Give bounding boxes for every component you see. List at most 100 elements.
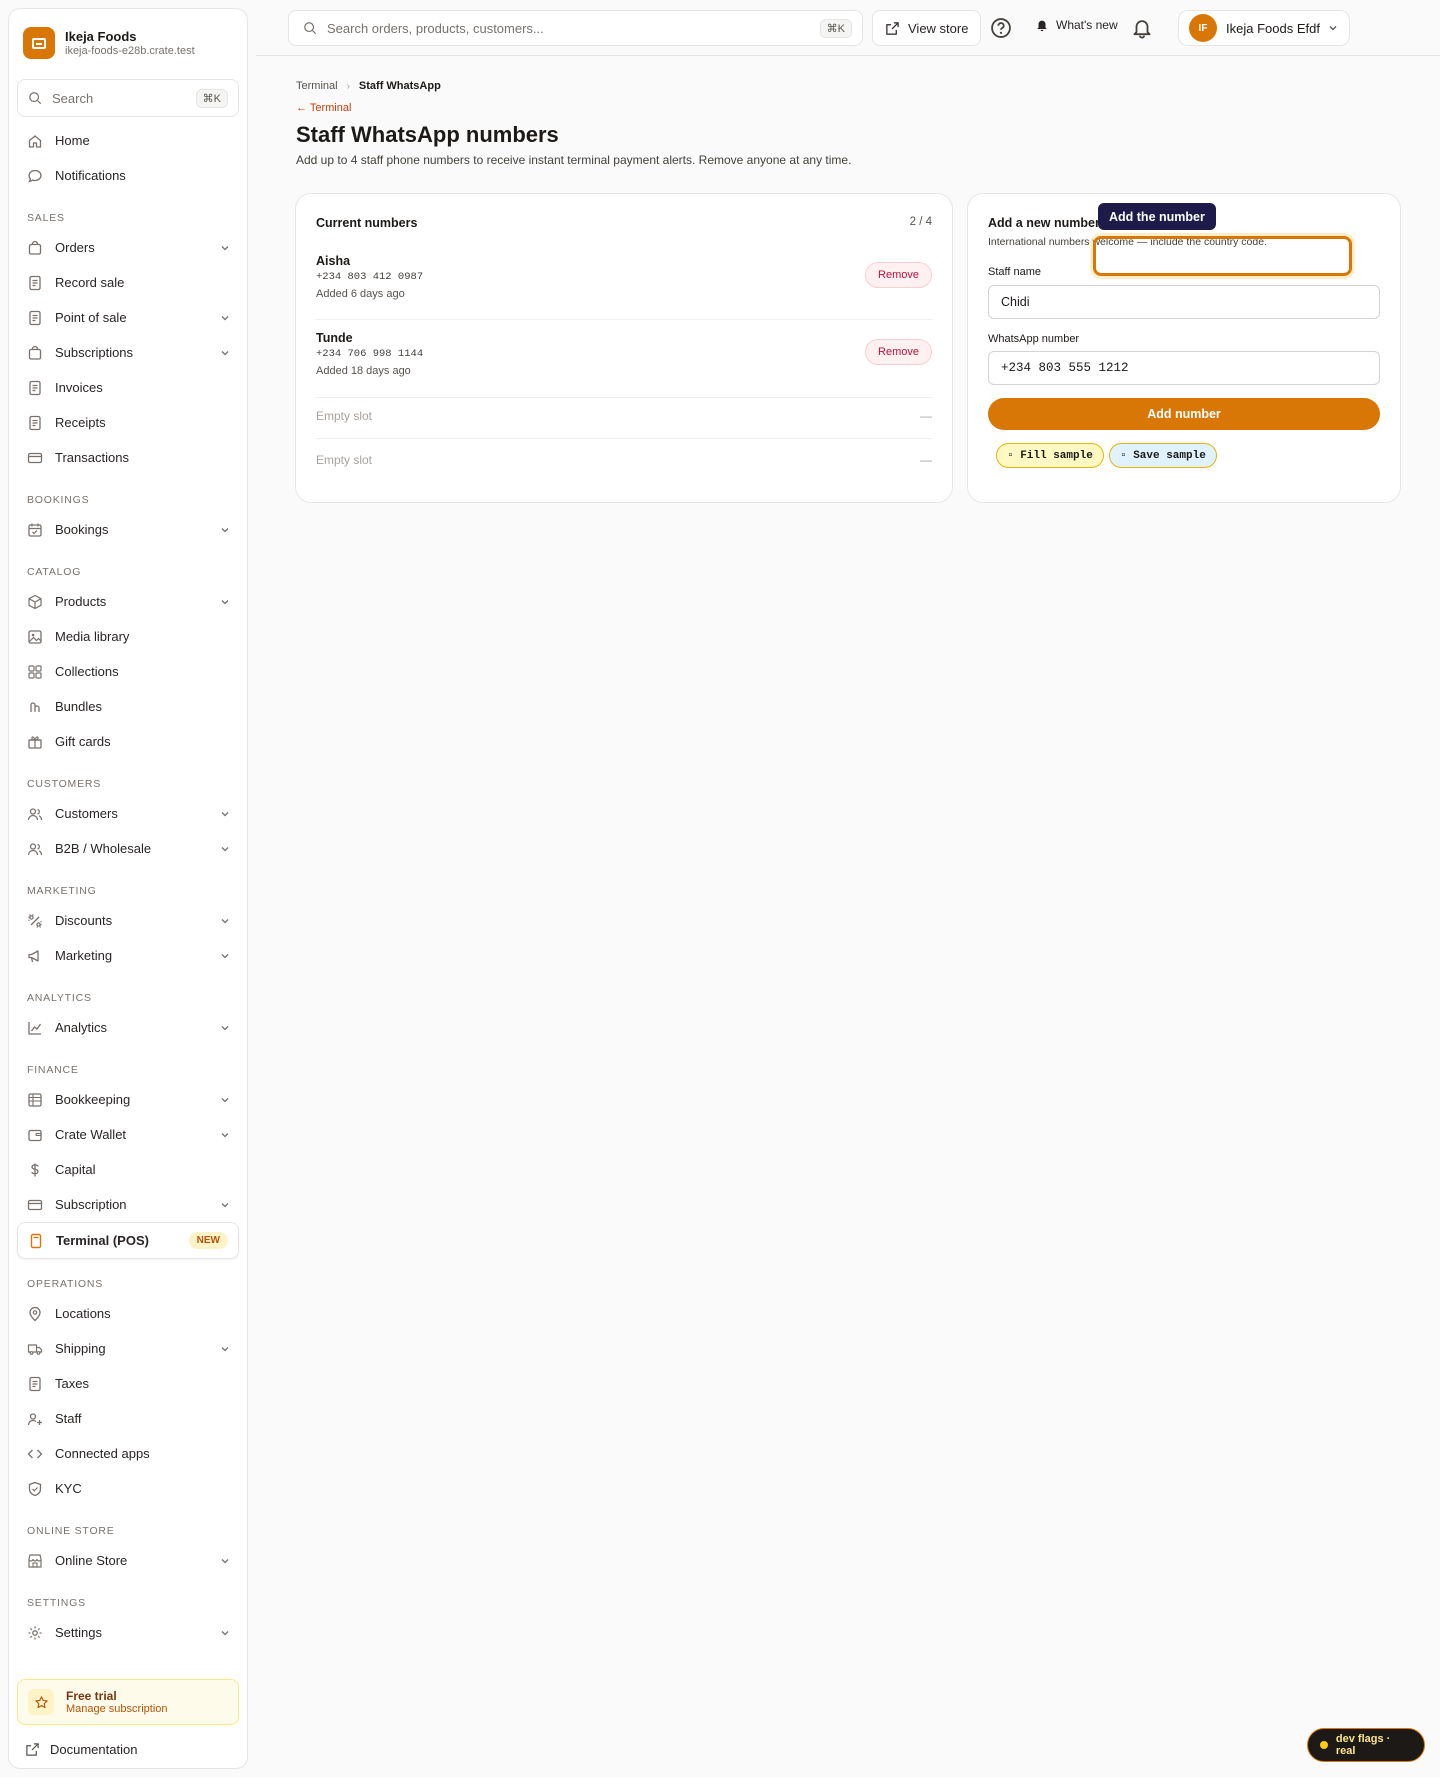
sidebar-item-terminal-pos[interactable]: Terminal (POS) NEW [17, 1222, 239, 1259]
sidebar-item-staff[interactable]: Staff [9, 1401, 247, 1436]
remove-button[interactable]: Remove [865, 339, 932, 365]
avatar: IF [1189, 14, 1217, 42]
brand[interactable]: Ikeja Foods ikeja-foods-e28b.crate.test [9, 9, 247, 63]
help-icon[interactable] [990, 17, 1012, 39]
sidebar-search[interactable]: Search ⌘K [17, 79, 239, 117]
sidebar-item-taxes[interactable]: Taxes [9, 1366, 247, 1401]
current-numbers-heading: Current numbers [316, 216, 418, 230]
user-add-icon [27, 1411, 43, 1427]
guidance-highlight-box [1093, 236, 1352, 276]
sidebar-item-customers[interactable]: Customers [9, 796, 247, 831]
sidebar-item-kyc[interactable]: KYC [9, 1471, 247, 1506]
sidebar-item-collections[interactable]: Collections [9, 654, 247, 689]
section-sales: SALES [27, 212, 65, 224]
view-store-button[interactable]: View store [872, 10, 982, 46]
back-link[interactable]: ← Terminal [296, 102, 351, 114]
global-search-input[interactable]: Search orders, products, customers... ⌘K [288, 10, 863, 46]
sidebar-item-home[interactable]: Home [9, 123, 247, 158]
sidebar-item-subscription[interactable]: Subscription [9, 1187, 247, 1222]
sidebar-item-products[interactable]: Products [9, 584, 247, 619]
whatsapp-number-input[interactable]: +234 803 555 1212 [988, 351, 1380, 385]
wallet-icon [27, 1127, 43, 1143]
chevron-down-icon [219, 808, 231, 820]
sidebar-item-connected-apps[interactable]: Connected apps [9, 1436, 247, 1471]
image-icon [27, 629, 43, 645]
list-item: Aisha +234 803 412 0987 Added 6 days ago… [316, 254, 932, 320]
sidebar-item-shipping[interactable]: Shipping [9, 1331, 247, 1366]
sidebar-item-transactions[interactable]: Transactions [9, 440, 247, 475]
document-icon [27, 275, 43, 291]
credit-card-icon [27, 450, 43, 466]
sidebar-item-bookings[interactable]: Bookings [9, 512, 247, 547]
sidebar-item-marketing[interactable]: Marketing [9, 938, 247, 973]
save-sample-button[interactable]: ▫ Save sample [1109, 443, 1217, 468]
sidebar-item-orders[interactable]: Orders [9, 230, 247, 265]
dev-flags-pill[interactable]: dev flags · real [1307, 1728, 1425, 1762]
notifications-bell-icon[interactable] [1131, 17, 1153, 39]
whats-new-button[interactable]: What's new [1035, 18, 1118, 32]
sidebar-item-online-store[interactable]: Online Store [9, 1543, 247, 1578]
shield-check-icon [27, 1481, 43, 1497]
chevron-down-icon [219, 1199, 231, 1211]
sidebar-item-discounts[interactable]: Discounts [9, 903, 247, 938]
sidebar-item-invoices[interactable]: Invoices [9, 370, 247, 405]
gear-icon [27, 1625, 43, 1641]
added-time: Added 6 days ago [316, 288, 405, 300]
trial-manage-link[interactable]: Manage subscription [66, 1703, 168, 1715]
sidebar-item-notifications[interactable]: Notifications [9, 158, 247, 193]
chevron-down-icon [219, 1094, 231, 1106]
sidebar-item-bundles[interactable]: Bundles [9, 689, 247, 724]
section-customers: CUSTOMERS [27, 778, 102, 790]
sidebar-item-b2b-wholesale[interactable]: B2B / Wholesale [9, 831, 247, 866]
documentation-link[interactable]: Documentation [25, 1742, 137, 1757]
staff-name: Tunde [316, 331, 353, 345]
breadcrumb-terminal[interactable]: Terminal [296, 80, 338, 92]
code-icon [27, 1446, 43, 1462]
bag-icon [27, 345, 43, 361]
free-trial-card[interactable]: Free trial Manage subscription [17, 1679, 239, 1725]
section-operations: OPERATIONS [27, 1278, 104, 1290]
page-title: Staff WhatsApp numbers [296, 122, 559, 147]
sidebar-item-settings[interactable]: Settings [9, 1615, 247, 1650]
whatsapp-number-label: WhatsApp number [988, 333, 1080, 345]
external-link-icon [885, 21, 900, 36]
list-item: Tunde +234 706 998 1144 Added 18 days ag… [316, 331, 932, 398]
staff-phone: +234 706 998 1144 [316, 348, 424, 360]
staff-phone: +234 803 412 0987 [316, 271, 424, 283]
megaphone-icon [27, 948, 43, 964]
sidebar-item-locations[interactable]: Locations [9, 1296, 247, 1331]
search-icon [28, 91, 42, 105]
section-analytics: ANALYTICS [27, 992, 92, 1004]
staff-name-input[interactable]: Chidi [988, 285, 1380, 319]
star-icon [28, 1689, 54, 1715]
sidebar-item-gift-cards[interactable]: Gift cards [9, 724, 247, 759]
staff-name-label: Staff name [988, 266, 1041, 278]
fill-sample-button[interactable]: ▫ Fill sample [996, 443, 1104, 468]
shortcut-hint: ⌘K [195, 88, 228, 108]
sidebar-item-bookkeeping[interactable]: Bookkeeping [9, 1082, 247, 1117]
breadcrumb: Terminal › Staff WhatsApp [296, 80, 441, 92]
store-logo-icon [23, 27, 55, 59]
sidebar-item-record-sale[interactable]: Record sale [9, 265, 247, 300]
chevron-down-icon [219, 524, 231, 536]
remove-button[interactable]: Remove [865, 262, 932, 288]
sidebar-item-subscriptions[interactable]: Subscriptions [9, 335, 247, 370]
chevron-right-icon: › [346, 80, 350, 92]
ledger-icon [27, 1092, 43, 1108]
sidebar-item-receipts[interactable]: Receipts [9, 405, 247, 440]
sidebar-search-label: Search [52, 90, 94, 106]
sidebar-item-analytics[interactable]: Analytics [9, 1010, 247, 1045]
grid-icon [27, 664, 43, 680]
section-marketing: MARKETING [27, 885, 97, 897]
sidebar-item-media-library[interactable]: Media library [9, 619, 247, 654]
sidebar-item-crate-wallet[interactable]: Crate Wallet [9, 1117, 247, 1152]
sidebar-item-point-of-sale[interactable]: Point of sale [9, 300, 247, 335]
page-subtitle: Add up to 4 staff phone numbers to recei… [296, 153, 852, 167]
user-name: Ikeja Foods Efdf [1226, 20, 1320, 36]
add-number-button[interactable]: Add number [988, 398, 1380, 430]
search-icon [303, 21, 317, 35]
user-menu[interactable]: IF Ikeja Foods Efdf [1178, 10, 1350, 46]
bag-icon [27, 240, 43, 256]
sidebar-item-capital[interactable]: Capital [9, 1152, 247, 1187]
sidebar: Ikeja Foods ikeja-foods-e28b.crate.test … [8, 8, 248, 1769]
